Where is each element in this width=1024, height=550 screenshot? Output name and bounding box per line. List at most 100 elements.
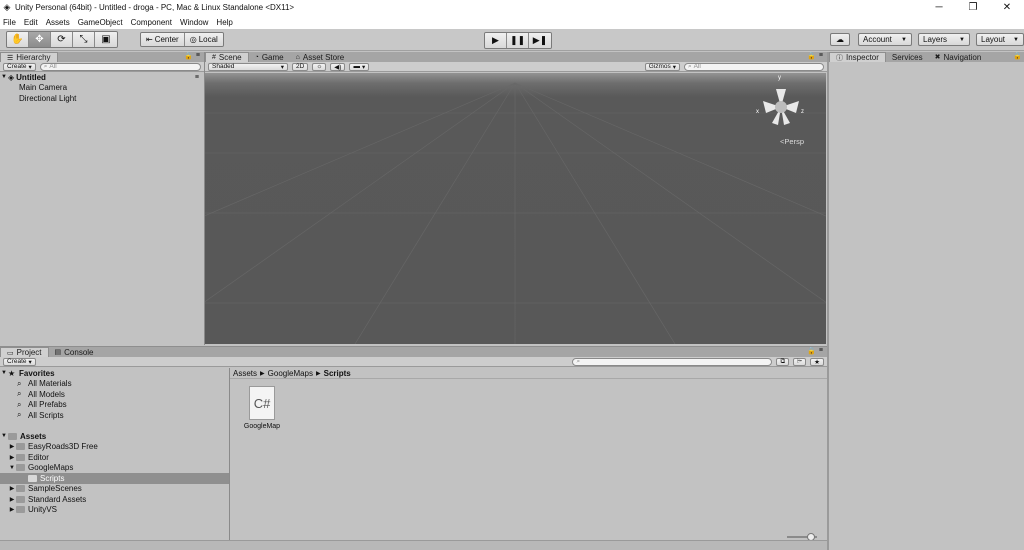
layout-dropdown[interactable]: Layout ▼ (976, 33, 1024, 46)
favorite-all-models[interactable]: ⌕ All Models (0, 389, 229, 400)
slider-thumb[interactable] (807, 533, 815, 540)
hierarchy-create-button[interactable]: Create ▾ (3, 62, 36, 71)
tab-inspector[interactable]: ⓘ Inspector (829, 52, 886, 62)
scene-toolbar: Shaded ▾ 2D ☼ ◀) ▬ ▾ Gizmos ▾ ⌕ All (205, 62, 827, 72)
expand-arrow-icon[interactable]: ▶ (8, 454, 16, 461)
hierarchy-item-directional-light[interactable]: Directional Light (0, 93, 204, 104)
folder-easyroads3d-free[interactable]: ▶ EasyRoads3D Free (0, 442, 229, 453)
menu-help[interactable]: Help (216, 18, 232, 27)
panel-options[interactable]: 🔒 ≡ (184, 52, 200, 60)
tab-asset-store[interactable]: ⌂ Asset Store (290, 52, 351, 62)
hand-tool-button[interactable]: ✋ (7, 32, 29, 47)
pause-button[interactable]: ❚❚ (507, 33, 529, 48)
panel-options[interactable]: 🔒 ≡ (807, 347, 823, 355)
tab-console[interactable]: ▤ Console (49, 347, 100, 357)
filter-by-type-button[interactable]: ⧉ (776, 357, 790, 366)
folder-editor[interactable]: ▶ Editor (0, 452, 229, 463)
rotate-tool-button[interactable]: ⟳ (51, 32, 73, 47)
unity-scene-icon: ◈ (8, 72, 15, 82)
menu-component[interactable]: Component (131, 18, 172, 27)
filter-by-label-button[interactable]: ⌲ (793, 357, 807, 366)
menu-icon: ≡ (818, 52, 823, 59)
expand-arrow-icon[interactable]: ▶ (8, 506, 16, 513)
menu-assets[interactable]: Assets (46, 18, 70, 27)
breadcrumb-item[interactable]: GoogleMaps (268, 369, 313, 378)
gizmos-dropdown[interactable]: Gizmos ▾ (644, 62, 680, 71)
effects-dropdown[interactable]: ▬ ▾ (349, 62, 370, 71)
account-dropdown[interactable]: Account ▼ (858, 33, 912, 46)
panel-options[interactable]: 🔒 ≡ (807, 52, 823, 60)
layers-dropdown[interactable]: Layers ▼ (918, 33, 970, 46)
minimize-button[interactable]: ─ (922, 0, 956, 15)
folder-samplescenes[interactable]: ▶ SampleScenes (0, 484, 229, 495)
search-placeholder: All (49, 63, 57, 70)
assets-root[interactable]: ▼ Assets (0, 431, 229, 442)
lighting-toggle[interactable]: ☼ (312, 62, 327, 71)
tab-hierarchy[interactable]: ☰ Hierarchy (0, 52, 58, 62)
caret-down-icon: ▾ (28, 358, 32, 366)
project-search-input[interactable]: ⌕ (572, 357, 773, 366)
scene-search-input[interactable]: ⌕ All (684, 62, 824, 71)
hierarchy-search-input[interactable]: ⌕ All (39, 62, 201, 71)
tab-game[interactable]: ◔ Game (249, 52, 290, 62)
breadcrumb-item[interactable]: Scripts (324, 369, 351, 378)
scene-menu-icon[interactable]: ≡ (195, 74, 199, 81)
scale-tool-button[interactable]: ⤡ (73, 32, 95, 47)
cloud-button[interactable]: ☁ (830, 33, 850, 46)
orientation-gizmo[interactable]: y x z (756, 75, 806, 135)
tab-services-label: Services (891, 52, 923, 62)
2d-toggle[interactable]: 2D (292, 62, 309, 71)
audio-toggle[interactable]: ◀) (330, 62, 346, 71)
breadcrumb-item[interactable]: Assets (233, 369, 257, 378)
hierarchy-item-main-camera[interactable]: Main Camera (0, 83, 204, 94)
star-icon: ★ (8, 368, 16, 378)
shading-mode-dropdown[interactable]: Shaded ▾ (208, 62, 288, 71)
menu-file[interactable]: File (3, 18, 16, 27)
step-button[interactable]: ▶❚ (529, 33, 551, 48)
folder-icon (8, 432, 17, 440)
project-create-button[interactable]: Create ▾ (3, 357, 36, 366)
move-tool-button[interactable]: ✥ (29, 32, 51, 47)
rect-tool-button[interactable]: ▣ (95, 32, 117, 47)
asset-file[interactable]: C# GoogleMap (239, 386, 285, 430)
scene-root[interactable]: ▼ ◈ Untitled ≡ (0, 72, 204, 83)
favorite-all-prefabs[interactable]: ⌕ All Prefabs (0, 400, 229, 411)
expand-arrow-icon[interactable]: ▶ (8, 496, 16, 503)
tab-navigation[interactable]: ✖ Navigation (929, 52, 988, 62)
lock-icon: 🔒 (807, 348, 816, 355)
maximize-button[interactable]: ❐ (956, 0, 990, 15)
item-label: Main Camera (19, 83, 68, 93)
folder-standard-assets[interactable]: ▶ Standard Assets (0, 494, 229, 505)
close-button[interactable]: ✕ (990, 0, 1024, 15)
panel-options[interactable]: 🔒 (1013, 52, 1022, 60)
menu-window[interactable]: Window (180, 18, 208, 27)
play-button[interactable]: ▶ (485, 33, 507, 48)
favorite-all-materials[interactable]: ⌕ All Materials (0, 379, 229, 390)
projection-toggle[interactable]: <Persp (780, 137, 804, 146)
search-icon: ⌕ (17, 399, 22, 409)
menu-edit[interactable]: Edit (24, 18, 38, 27)
inspector-tabs: ⓘ Inspector Services ✖ Navigation 🔒 (829, 52, 1024, 62)
tab-project[interactable]: ▭ Project (0, 347, 49, 357)
menu-gameobject[interactable]: GameObject (78, 18, 123, 27)
expand-arrow-icon[interactable]: ▶ (8, 485, 16, 492)
tab-scene[interactable]: # Scene (205, 52, 249, 62)
pivot-local-button[interactable]: ◎ Local (184, 33, 223, 46)
tab-services[interactable]: Services (886, 52, 929, 62)
scene-viewport[interactable]: y x z <Persp (205, 73, 826, 344)
favorite-button[interactable]: ★ (810, 357, 824, 366)
pivot-center-button[interactable]: ⇤ Center (141, 33, 185, 46)
favorites-header[interactable]: ▼ ★ Favorites (0, 368, 229, 379)
favorite-all-scripts[interactable]: ⌕ All Scripts (0, 410, 229, 421)
expand-arrow-icon[interactable]: ▼ (0, 74, 8, 80)
expand-arrow-icon[interactable]: ▼ (0, 433, 8, 439)
expand-arrow-icon[interactable]: ▼ (0, 370, 8, 376)
folder-googlemaps[interactable]: ▼ GoogleMaps (0, 463, 229, 474)
folder-scripts[interactable]: Scripts (0, 473, 229, 484)
expand-arrow-icon[interactable]: ▼ (8, 465, 16, 471)
zoom-slider[interactable] (787, 533, 817, 540)
store-icon: ⌂ (295, 53, 300, 61)
item-label: All Materials (28, 379, 72, 389)
folder-unityvs[interactable]: ▶ UnityVS (0, 505, 229, 516)
expand-arrow-icon[interactable]: ▶ (8, 443, 16, 450)
